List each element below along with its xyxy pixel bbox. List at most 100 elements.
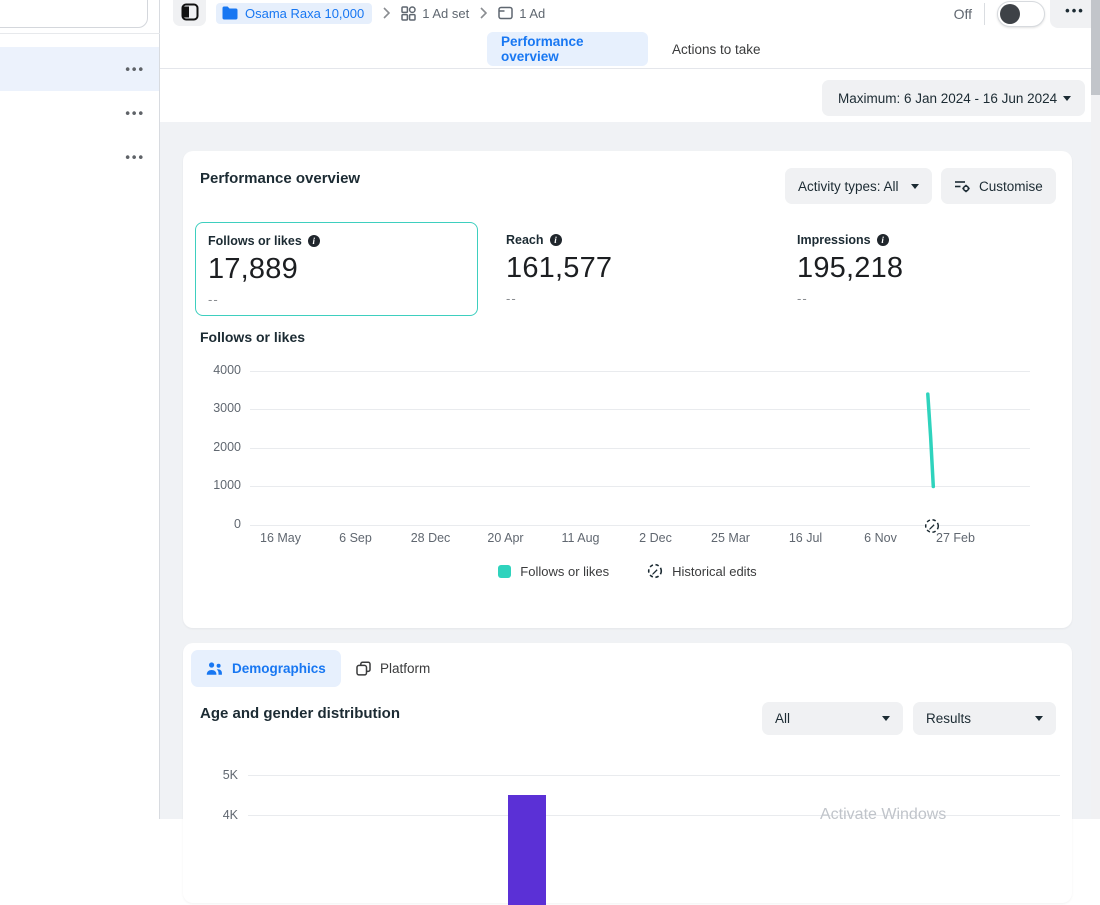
date-range-value: Maximum: 6 Jan 2024 - 16 Jun 2024	[838, 91, 1057, 106]
tab-demographics-label: Demographics	[232, 661, 326, 676]
sidebar-row[interactable]: •••	[0, 91, 159, 135]
legend-historical-edits: Historical edits	[647, 563, 757, 579]
date-range-dropdown[interactable]: Maximum: 6 Jan 2024 - 16 Jun 2024	[822, 80, 1085, 116]
x-axis-tick: 25 Mar	[693, 531, 768, 545]
breadcrumb-campaign-label: Osama Raxa 10,000	[245, 6, 364, 21]
historical-edits-icon	[647, 563, 663, 579]
breadcrumb-campaign[interactable]: Osama Raxa 10,000	[216, 3, 372, 24]
breadcrumb-ad[interactable]: 1 Ad	[498, 6, 545, 21]
results-metric-value: Results	[926, 711, 971, 726]
toggle-knob	[1000, 4, 1020, 24]
metric-impressions-value: 195,218	[797, 252, 1056, 285]
scrollbar-track[interactable]	[1091, 0, 1100, 819]
toggle-status-label: Off	[954, 6, 972, 22]
metric-follows-change: --	[208, 292, 465, 307]
legend-historical-label: Historical edits	[672, 564, 757, 579]
ad-status-toggle[interactable]	[997, 1, 1045, 27]
x-axis-tick: 6 Nov	[843, 531, 918, 545]
scrollbar-thumb[interactable]	[1091, 0, 1100, 95]
metric-follows-or-likes[interactable]: Follows or likes 17,889 --	[195, 222, 478, 316]
sidebar-row[interactable]: •••	[0, 135, 159, 179]
y-axis-tick: 5K	[208, 768, 238, 782]
info-icon[interactable]	[550, 234, 562, 246]
performance-overview-card: Performance overview Activity types: All	[183, 151, 1072, 628]
x-axis-tick: 6 Sep	[318, 531, 393, 545]
tab-actions-to-take-label: Actions to take	[672, 42, 761, 57]
tab-platform[interactable]: Platform	[341, 650, 445, 687]
chart-legend: Follows or likes Historical edits	[183, 563, 1072, 579]
folder-icon	[222, 6, 238, 20]
performance-overview-title: Performance overview	[200, 170, 360, 187]
x-axis-tick: 16 May	[243, 531, 318, 545]
metric-reach-value: 161,577	[506, 252, 765, 285]
divider	[984, 3, 985, 25]
collapse-sidebar-button[interactable]	[173, 0, 206, 26]
info-icon[interactable]	[877, 234, 889, 246]
metric-reach-change: --	[506, 291, 765, 306]
y-axis-tick: 1000	[199, 478, 241, 492]
breadcrumb-adset[interactable]: 1 Ad set	[401, 6, 469, 21]
sidebar-selected-row[interactable]: •••	[0, 47, 159, 91]
x-axis-tick: 2 Dec	[618, 531, 693, 545]
tab-row: Performance overview Actions to take	[160, 32, 1100, 68]
x-axis-tick: 16 Jul	[768, 531, 843, 545]
follows-line-series	[250, 371, 1030, 525]
metric-reach-label: Reach	[506, 233, 544, 247]
demographics-people-icon	[206, 661, 223, 676]
results-metric-dropdown[interactable]: Results	[913, 702, 1056, 735]
gridline	[248, 775, 1060, 776]
tab-demographics[interactable]: Demographics	[191, 650, 341, 687]
content-area: Performance overview Activity types: All	[160, 122, 1100, 819]
more-icon[interactable]: •••	[125, 107, 145, 120]
gridline	[250, 525, 1030, 526]
breadcrumb-adset-label: 1 Ad set	[422, 6, 469, 21]
legend-follows-label: Follows or likes	[520, 564, 609, 579]
x-axis-tick: 28 Dec	[393, 531, 468, 545]
collapse-sidebar-icon	[181, 3, 199, 21]
legend-follows-or-likes: Follows or likes	[498, 564, 609, 579]
metric-impressions-change: --	[797, 291, 1056, 306]
ad-frame-icon	[498, 6, 513, 20]
sidebar-divider	[0, 33, 160, 34]
tab-performance-overview-label: Performance overview	[501, 34, 634, 64]
metric-impressions[interactable]: Impressions 195,218 --	[785, 222, 1068, 316]
left-sidebar: ••• ••• •••	[0, 0, 160, 819]
chevron-down-icon	[911, 184, 919, 189]
y-axis-tick: 2000	[199, 440, 241, 454]
metric-follows-label: Follows or likes	[208, 234, 302, 248]
adset-grid-icon	[401, 6, 416, 21]
x-axis-ticks: 16 May 6 Sep 28 Dec 20 Apr 11 Aug 2 Dec …	[243, 531, 993, 545]
info-icon[interactable]	[308, 235, 320, 247]
y-axis-tick: 4K	[208, 808, 238, 822]
tab-actions-to-take[interactable]: Actions to take	[658, 32, 775, 66]
customise-label: Customise	[979, 179, 1043, 194]
tab-performance-overview[interactable]: Performance overview	[487, 32, 648, 66]
chevron-down-icon	[882, 716, 890, 721]
filter-row: Maximum: 6 Jan 2024 - 16 Jun 2024	[160, 69, 1100, 122]
breadcrumb: Osama Raxa 10,000 1 Ad set	[216, 0, 545, 26]
breadcrumb-ad-label: 1 Ad	[519, 6, 545, 21]
age-gender-filter-dropdown[interactable]: All	[762, 702, 903, 735]
customise-button[interactable]: Customise	[941, 168, 1056, 204]
activity-types-dropdown[interactable]: Activity types: All	[785, 168, 932, 204]
chart-title: Follows or likes	[200, 329, 305, 345]
age-gender-bar[interactable]	[508, 795, 546, 905]
age-gender-heading: Age and gender distribution	[200, 705, 400, 722]
metric-impressions-label: Impressions	[797, 233, 871, 247]
metric-reach[interactable]: Reach 161,577 --	[494, 222, 777, 316]
age-gender-filter-value: All	[775, 711, 790, 726]
x-axis-tick: 27 Feb	[918, 531, 993, 545]
more-icon[interactable]: •••	[125, 151, 145, 164]
legend-swatch-follows-or-likes	[498, 565, 511, 578]
activity-types-value: Activity types: All	[798, 179, 899, 194]
y-axis-tick: 0	[199, 517, 241, 531]
platform-layers-icon	[356, 661, 371, 676]
y-axis-tick: 4000	[199, 363, 241, 377]
chevron-right-icon	[383, 7, 390, 19]
x-axis-tick: 11 Aug	[543, 531, 618, 545]
tab-platform-label: Platform	[380, 661, 430, 676]
more-icon[interactable]: •••	[125, 63, 145, 76]
demographics-card: Demographics Platform Age and gender dis…	[183, 643, 1072, 903]
chevron-down-icon	[1035, 716, 1043, 721]
top-bar: Osama Raxa 10,000 1 Ad set	[160, 0, 1100, 69]
